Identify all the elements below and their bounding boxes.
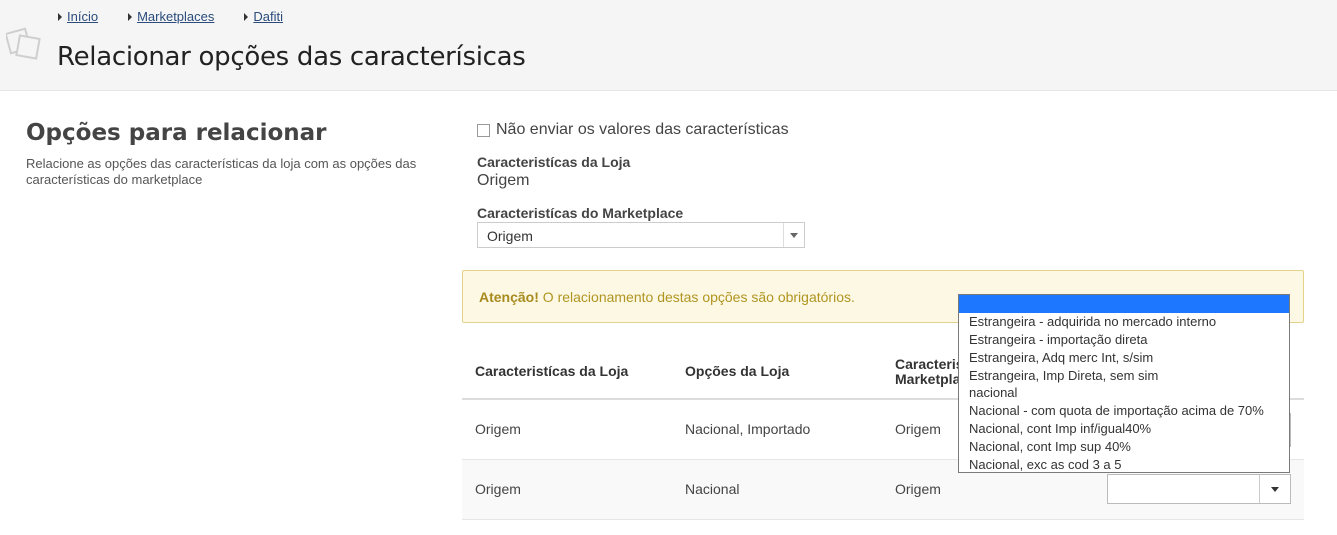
page-title: Relacionar opções das caracterísicas <box>57 42 526 72</box>
marketplace-char-selected: Origem <box>487 228 533 244</box>
caret-right-icon <box>244 12 249 21</box>
dropdown-option[interactable]: Nacional, cont Imp inf/igual40% <box>959 420 1289 438</box>
select-toggle[interactable] <box>1259 475 1290 503</box>
chevron-down-icon <box>790 233 798 238</box>
options-dropdown-list[interactable]: Estrangeira - adquirida no mercado inter… <box>958 294 1290 473</box>
dropdown-option[interactable]: Nacional - com quota de importação acima… <box>959 402 1289 420</box>
logo-icon <box>6 27 41 60</box>
caret-right-icon <box>58 12 62 21</box>
row1-store-options: Nacional, Importado <box>685 421 811 437</box>
row1-store-char: Origem <box>475 421 521 437</box>
row2-marketplace-char: Origem <box>895 481 941 497</box>
dropdown-option[interactable]: nacional <box>959 384 1289 402</box>
table-bottom-divider <box>462 519 1304 520</box>
alert-strong: Atenção! <box>479 289 539 305</box>
row2-option-select[interactable] <box>1107 474 1291 504</box>
dropdown-option[interactable]: Estrangeira - adquirida no mercado inter… <box>959 313 1289 331</box>
store-char-label: Caracteristícas da Loja <box>477 154 631 170</box>
breadcrumb-item-inicio: Início <box>58 9 98 24</box>
alert-text: O relacionamento destas opções são obrig… <box>538 289 855 305</box>
breadcrumb-link-inicio[interactable]: Início <box>67 9 98 24</box>
chevron-down-icon <box>1271 487 1279 492</box>
th-store-options: Opções da Loja <box>685 363 790 379</box>
th-store-char: Caracteristícas da Loja <box>475 363 629 379</box>
breadcrumb-item-marketplaces: Marketplaces <box>128 9 214 24</box>
skip-values-label[interactable]: Não enviar os valores das característica… <box>496 121 789 139</box>
row2-store-char: Origem <box>475 481 521 497</box>
breadcrumb: Início Marketplaces Dafiti <box>58 9 313 24</box>
marketplace-char-select[interactable]: Origem <box>477 222 805 248</box>
dropdown-option-empty[interactable] <box>959 295 1289 313</box>
store-char-value: Origem <box>477 172 530 189</box>
caret-right-icon <box>128 12 133 21</box>
dropdown-option[interactable]: Estrangeira, Imp Direta, sem sim <box>959 367 1289 385</box>
row2-store-options: Nacional <box>685 481 740 497</box>
skip-values-option: Não enviar os valores das característica… <box>477 121 789 139</box>
th-marketplace-char-line2: Marketpla <box>895 371 961 387</box>
select-toggle[interactable] <box>783 223 804 247</box>
dropdown-option[interactable]: Nacional, exc as cod 3 a 5 <box>959 456 1289 474</box>
breadcrumb-link-dafiti[interactable]: Dafiti <box>253 9 283 24</box>
page-header: Início Marketplaces Dafiti Relacionar op… <box>0 0 1337 91</box>
breadcrumb-item-dafiti: Dafiti <box>244 9 283 24</box>
dropdown-option[interactable]: Estrangeira, Adq merc Int, s/sim <box>959 349 1289 367</box>
th-marketplace-char-line1: Caracteris <box>895 356 964 372</box>
row1-marketplace-char: Origem <box>895 421 941 437</box>
marketplace-char-label: Caracteristícas do Marketplace <box>477 205 684 221</box>
skip-values-checkbox[interactable] <box>477 123 490 137</box>
breadcrumb-link-marketplaces[interactable]: Marketplaces <box>137 9 214 24</box>
dropdown-option[interactable]: Estrangeira - importação direta <box>959 331 1289 349</box>
section-description: Relacione as opções das características … <box>26 156 417 187</box>
section-title: Opções para relacionar <box>26 120 327 146</box>
dropdown-option[interactable]: Nacional, cont Imp sup 40% <box>959 438 1289 456</box>
